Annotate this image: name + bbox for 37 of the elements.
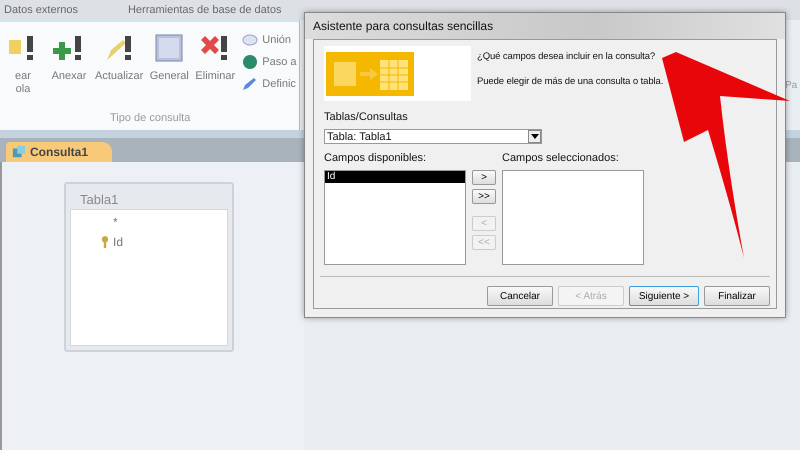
ribbon-button[interactable]: General	[146, 32, 192, 96]
selected-fields-label: Campos seleccionados:	[502, 152, 620, 164]
move-button[interactable]: >	[472, 170, 496, 185]
ribbon-button[interactable]: Eliminar	[192, 32, 238, 96]
source-dropdown[interactable]: Tabla: Tabla1	[324, 129, 542, 144]
table-title: Tabla1	[79, 191, 120, 209]
dialog-button[interactable]: Siguiente >	[629, 286, 699, 306]
ribbon-label: Pa	[785, 80, 798, 91]
question-text: ¿Qué campos desea incluir en la consulta?	[477, 51, 656, 62]
document-tab[interactable]: Consulta1	[6, 142, 112, 162]
ribbon-button[interactable]: Actualizar	[92, 32, 146, 96]
source-label: Tablas/Consultas	[324, 111, 409, 123]
ring-icon	[242, 32, 258, 48]
group-label: Tipo de consulta	[110, 112, 192, 124]
list-item[interactable]: Id	[325, 171, 465, 183]
ribbon-button[interactable]: Anexar	[46, 32, 92, 96]
ribbon-button[interactable]: Definic	[242, 76, 297, 92]
globe-icon	[242, 54, 258, 70]
ribbon-button[interactable]: ear ola	[0, 32, 46, 96]
ribbon-button[interactable]: Unión	[242, 32, 297, 48]
available-fields-list[interactable]: Id	[324, 170, 466, 265]
dialog-title: Asistente para consultas sencillas	[305, 13, 785, 39]
table-box[interactable]: Tabla1 * Id	[64, 182, 234, 352]
hint-text: Puede elegir de más de una consulta o tabla.	[477, 76, 664, 87]
query-icon	[12, 145, 26, 159]
selected-fields-list[interactable]	[502, 170, 644, 265]
ribbon-button[interactable]: Paso a	[242, 54, 297, 70]
grid-icon	[153, 32, 186, 64]
ribbon-tab[interactable]: Herramientas de base de datos	[128, 4, 282, 16]
move-button[interactable]: >>	[472, 189, 496, 204]
field-name[interactable]: *	[113, 215, 118, 229]
pencil-icon	[242, 76, 258, 92]
dialog-button[interactable]: Cancelar	[487, 286, 553, 306]
available-fields-label: Campos disponibles:	[324, 152, 428, 164]
field-name[interactable]: Id	[113, 235, 124, 249]
dialog-button[interactable]: Finalizar	[704, 286, 770, 306]
ribbon-tab[interactable]: Datos externos	[4, 4, 78, 16]
